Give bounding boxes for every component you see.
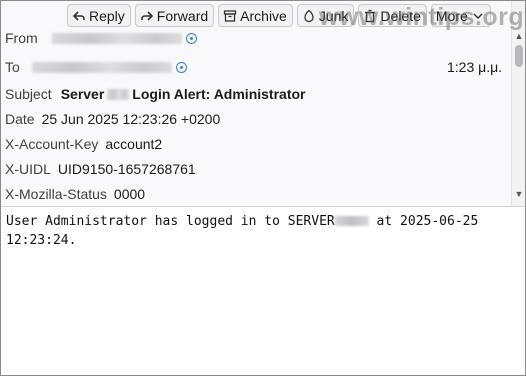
mozilla-status-label: X-Mozilla-Status — [5, 186, 107, 202]
contact-icon[interactable] — [185, 32, 197, 44]
junk-label: Junk — [318, 7, 349, 24]
junk-button[interactable]: Junk — [296, 4, 355, 27]
reply-button[interactable]: Reply — [67, 4, 131, 27]
uidl-value: UID9150-1657268761 — [57, 161, 196, 177]
scrollbar-thumb[interactable] — [515, 45, 523, 67]
body-line1-end: at 2025-06-25 — [368, 214, 479, 229]
server-name-redacted — [334, 216, 369, 226]
from-address-redacted — [51, 32, 182, 44]
delete-label: Delete — [380, 7, 421, 24]
subject-redacted — [107, 88, 130, 100]
forward-label: Forward — [156, 7, 209, 24]
message-body-pane: User Administrator has logged in to SERV… — [1, 207, 525, 375]
reply-label: Reply — [89, 7, 125, 24]
archive-label: Archive — [240, 7, 287, 24]
header-scrollbar[interactable]: ▲ ▼ — [511, 1, 525, 206]
date-value: 25 Jun 2025 12:23:26 +0200 — [41, 111, 221, 127]
message-header-pane: Reply Forward Archive Junk Delete More F… — [1, 1, 525, 207]
subject-row: Subject Server Login Alert: Administrato… — [5, 84, 305, 104]
scroll-up-arrow-icon[interactable]: ▲ — [512, 29, 525, 43]
body-line1-start: User Administrator has logged in to SERV… — [6, 214, 335, 229]
from-label: From — [5, 30, 38, 46]
subject-suffix: Login Alert: Administrator — [132, 86, 306, 102]
archive-button[interactable]: Archive — [218, 4, 293, 27]
date-row: Date 25 Jun 2025 12:23:26 +0200 — [5, 109, 220, 129]
message-toolbar: Reply Forward Archive Junk Delete More — [67, 4, 491, 27]
trash-icon — [363, 9, 377, 23]
archive-icon — [223, 9, 237, 23]
forward-button[interactable]: Forward — [134, 4, 215, 27]
subject-prefix: Server — [60, 86, 105, 102]
subject-label: Subject — [5, 86, 52, 102]
to-row: To — [5, 57, 187, 77]
message-time-value: 1:23 μ.μ. — [447, 59, 503, 75]
chevron-down-icon — [471, 9, 485, 23]
account-key-label: X-Account-Key — [5, 136, 99, 152]
message-body-text: User Administrator has logged in to SERV… — [6, 212, 511, 250]
account-key-row: X-Account-Key account2 — [5, 134, 162, 154]
scroll-down-arrow-icon[interactable]: ▼ — [512, 187, 525, 201]
reply-icon — [72, 9, 86, 23]
to-address-redacted — [31, 61, 172, 73]
date-label: Date — [5, 111, 35, 127]
message-time: 1:23 μ.μ. — [447, 57, 502, 77]
message-window: Reply Forward Archive Junk Delete More F… — [0, 0, 526, 376]
body-line2: 12:23:24. — [6, 233, 77, 248]
mozilla-status-row: X-Mozilla-Status 0000 — [5, 184, 145, 204]
mozilla-status-value: 0000 — [113, 186, 146, 202]
to-label: To — [5, 59, 20, 75]
more-button[interactable]: More — [430, 4, 491, 27]
contact-icon[interactable] — [175, 61, 187, 73]
more-label: More — [435, 7, 468, 24]
uidl-label: X-UIDL — [5, 161, 51, 177]
delete-button[interactable]: Delete — [358, 4, 427, 27]
uidl-row: X-UIDL UID9150-1657268761 — [5, 159, 196, 179]
from-row: From — [5, 28, 197, 48]
forward-icon — [140, 9, 154, 23]
junk-icon — [302, 9, 316, 23]
account-key-value: account2 — [105, 136, 163, 152]
